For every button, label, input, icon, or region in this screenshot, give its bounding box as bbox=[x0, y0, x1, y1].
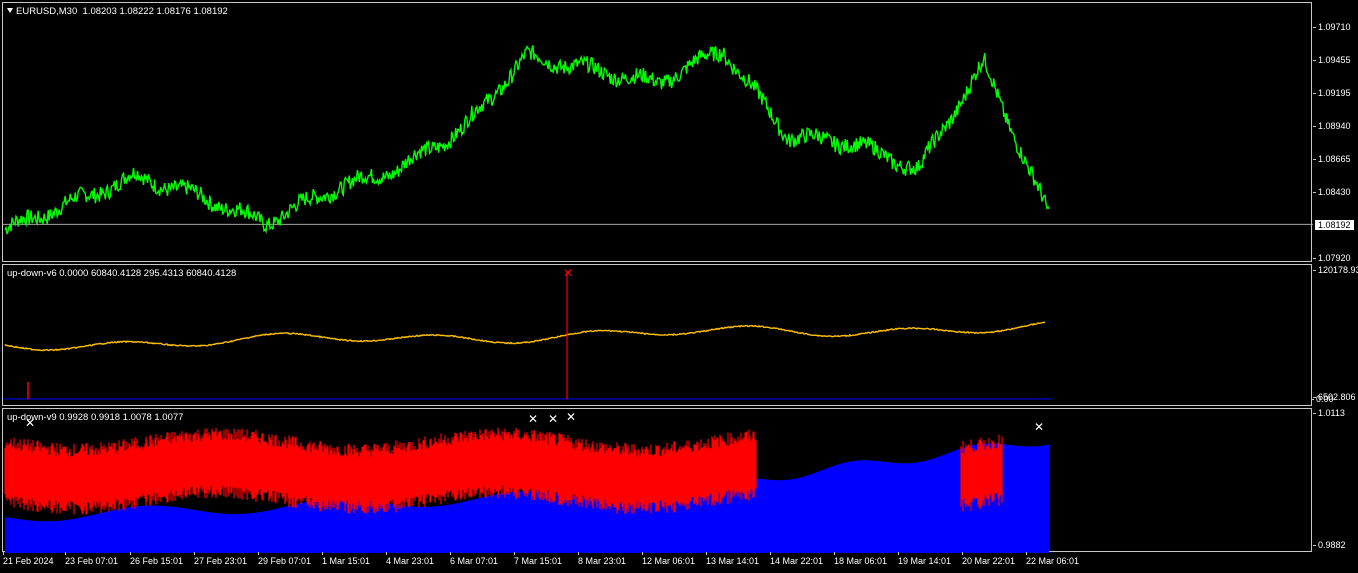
price-tick: 1.08665 bbox=[1313, 154, 1351, 164]
indicator-v6-label: up-down-v6 0.0000 60840.4128 295.4313 60… bbox=[7, 268, 237, 279]
price-tick: 1.07920 bbox=[1313, 253, 1351, 263]
time-label: 23 Feb 07:01 bbox=[65, 552, 119, 566]
indicator-v6-svg: ✕ bbox=[3, 266, 1051, 400]
symbol-label: EURUSD,M30 bbox=[16, 6, 78, 17]
price-chart-svg bbox=[3, 45, 1313, 235]
time-label: 22 Mar 06:01 bbox=[1026, 552, 1080, 566]
indicator-v6-pane[interactable]: ✕ up-down-v6 0.0000 60840.4128 295.4313 … bbox=[2, 264, 1312, 406]
time-label: 14 Mar 22:01 bbox=[770, 552, 824, 566]
signal-marker-x: ✕ bbox=[1034, 420, 1044, 434]
time-axis[interactable]: 21 Feb 2024 23 Feb 07:01 26 Feb 15:01 27… bbox=[0, 552, 1358, 573]
indicator-v9-pane[interactable]: ✕ ✕ ✕ ✕ ✕ up-down-v9 0.9928 0.9918 1.0078 1.… bbox=[2, 408, 1312, 553]
time-label: 27 Feb 23:01 bbox=[194, 552, 248, 566]
price-scale[interactable]: 1.09710 1.09455 1.09195 1.08940 1.08665 … bbox=[1311, 0, 1358, 553]
time-label: 29 Feb 07:01 bbox=[258, 552, 312, 566]
price-tick: 1.09195 bbox=[1313, 88, 1351, 98]
chevron-down-icon[interactable] bbox=[7, 8, 13, 13]
ohlc-values: 1.08203 1.08222 1.08176 1.08192 bbox=[82, 6, 228, 17]
time-label: 18 Mar 06:01 bbox=[834, 552, 888, 566]
signal-marker-x: ✕ bbox=[548, 412, 558, 426]
price-tick: 1.09710 bbox=[1313, 22, 1351, 32]
price-series-line bbox=[4, 45, 1050, 235]
v6-tick: 0.00 bbox=[1311, 394, 1334, 404]
time-label: 4 Mar 23:01 bbox=[386, 552, 435, 566]
signal-marker-x: ✕ bbox=[566, 410, 576, 424]
time-label: 26 Feb 15:01 bbox=[130, 552, 184, 566]
v6-tick: 120178.93 bbox=[1313, 265, 1358, 275]
time-label: 8 Mar 23:01 bbox=[578, 552, 627, 566]
time-label: 6 Mar 07:01 bbox=[450, 552, 499, 566]
v9-tick: 0.9882 bbox=[1313, 540, 1346, 550]
price-chart-header: EURUSD,M30 1.08203 1.08222 1.08176 1.081… bbox=[7, 6, 228, 17]
v6-main-line bbox=[4, 321, 1046, 352]
time-label: 12 Mar 06:01 bbox=[642, 552, 696, 566]
time-label: 19 Mar 14:01 bbox=[898, 552, 952, 566]
signal-marker-x: ✕ bbox=[528, 412, 538, 426]
price-tick: 1.09455 bbox=[1313, 55, 1351, 65]
v9-tick: 1.0113 bbox=[1313, 408, 1345, 418]
time-label: 21 Feb 2024 bbox=[3, 552, 54, 566]
time-label: 20 Mar 22:01 bbox=[962, 552, 1016, 566]
time-label: 13 Mar 14:01 bbox=[706, 552, 760, 566]
time-label: 7 Mar 15:01 bbox=[514, 552, 563, 566]
price-chart-pane[interactable]: EURUSD,M30 1.08203 1.08222 1.08176 1.081… bbox=[2, 2, 1313, 262]
current-price-marker: 1.08192 bbox=[1314, 219, 1355, 231]
signal-marker-x: ✕ bbox=[563, 266, 573, 280]
indicator-v9-label: up-down-v9 0.9928 0.9918 1.0078 1.0077 bbox=[7, 412, 184, 423]
price-tick: 1.08430 bbox=[1313, 187, 1351, 197]
price-tick: 1.08940 bbox=[1313, 121, 1351, 131]
indicator-v9-svg: ✕ ✕ ✕ ✕✕ bbox=[4, 410, 1049, 553]
time-label: 1 Mar 15:01 bbox=[322, 552, 371, 566]
